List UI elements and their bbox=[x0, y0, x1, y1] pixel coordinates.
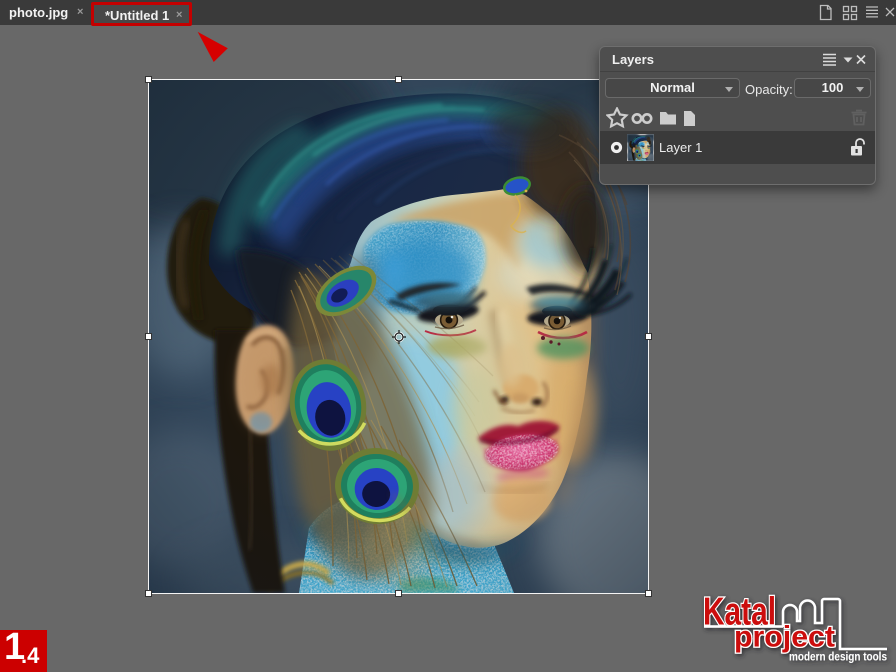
svg-text:modern design tools: modern design tools bbox=[789, 652, 887, 664]
svg-text:project: project bbox=[734, 621, 835, 654]
